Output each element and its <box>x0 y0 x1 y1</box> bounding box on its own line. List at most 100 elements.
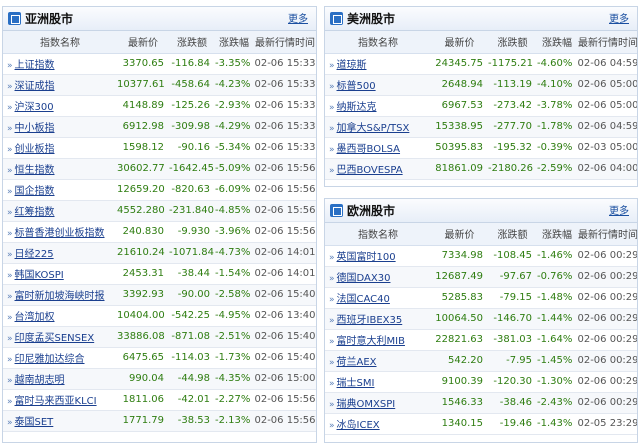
table-row[interactable]: » 荷兰AEX 542.20 -7.95 -1.45% 02-06 00:29 <box>325 350 637 372</box>
double-arrow-icon: » <box>329 358 335 368</box>
time-cell: 02-06 04:59 <box>577 116 637 138</box>
index-name-cell: » 德国DAX30 <box>325 266 431 288</box>
index-name-cell: » 冰岛ICEX <box>325 413 431 435</box>
index-link[interactable]: 墨西哥BOLSA <box>337 144 401 155</box>
index-link[interactable]: 西班牙IBEX35 <box>337 315 403 326</box>
table-row[interactable]: » 法国CAC40 5285.83 -79.15 -1.48% 02-06 00:29 <box>325 287 637 309</box>
index-name-cell: » 富时马来西亚KLCI <box>3 389 117 411</box>
table-row[interactable]: » 日经225 21610.24 -1071.84 -4.73% 02-06 14:01 <box>3 242 316 264</box>
index-link[interactable]: 英国富时100 <box>337 252 396 263</box>
price-cell: 240.830 <box>117 221 169 243</box>
index-link[interactable]: 红筹指数 <box>15 207 55 218</box>
index-link[interactable]: 日经225 <box>15 249 54 260</box>
index-link[interactable]: 标普香港创业板指数 <box>15 228 105 239</box>
table-row[interactable]: » 墨西哥BOLSA 50395.83 -195.32 -0.39% 02-03 05:0… <box>325 137 637 159</box>
index-link[interactable]: 法国CAC40 <box>337 294 390 305</box>
table-row[interactable]: » 瑞典OMXSPI 1546.33 -38.46 -2.43% 02-06 00:29 <box>325 392 637 414</box>
index-link[interactable]: 标普500 <box>337 81 376 92</box>
index-name-cell: » 恒生指数 <box>3 158 117 180</box>
index-link[interactable]: 瑞士SMI <box>337 378 375 389</box>
time-cell: 02-06 15:33 <box>253 95 316 117</box>
percent-cell: -0.39% <box>537 137 577 159</box>
col-header-change: 涨跌额 <box>488 31 537 54</box>
index-link[interactable]: 荷兰AEX <box>337 357 377 368</box>
europe-more-link[interactable]: 更多 <box>609 206 629 218</box>
change-cell: -19.46 <box>488 413 537 435</box>
america-more-link[interactable]: 更多 <box>609 14 629 26</box>
table-row[interactable]: » 冰岛ICEX 1340.15 -19.46 -1.43% 02-05 23:29 <box>325 413 637 435</box>
table-row[interactable]: » 恒生指数 30602.77 -1642.45 -5.09% 02-06 15:56 <box>3 158 316 180</box>
change-cell: -79.15 <box>488 287 537 309</box>
europe-table: 指数名称 最新价 涨跌额 涨跌幅 最新行情时间 » 英国富时100 7334.98 -108.… <box>325 223 637 435</box>
double-arrow-icon: » <box>329 379 335 389</box>
index-link[interactable]: 上证指数 <box>15 60 55 71</box>
index-link[interactable]: 创业板指 <box>15 144 55 155</box>
index-link[interactable]: 沪深300 <box>15 102 54 113</box>
price-cell: 3370.65 <box>117 53 169 75</box>
table-row[interactable]: » 纳斯达克 6967.53 -273.42 -3.78% 02-06 05:00 <box>325 95 637 117</box>
table-header-row: 指数名称 最新价 涨跌额 涨跌幅 最新行情时间 <box>3 31 316 54</box>
table-row[interactable]: » 瑞士SMI 9100.39 -120.30 -1.30% 02-06 00:29 <box>325 371 637 393</box>
index-link[interactable]: 巴西BOVESPA <box>337 165 403 176</box>
asia-panel-header: 亚洲股市 更多 <box>3 7 316 31</box>
table-row[interactable]: » 巴西BOVESPA 81861.09 -2180.26 -2.59% 02-06 04… <box>325 158 637 180</box>
index-name-cell: » 印度孟买SENSEX <box>3 326 117 348</box>
index-name-cell: » 标普500 <box>325 74 431 96</box>
change-cell: -9.930 <box>169 221 215 243</box>
index-link[interactable]: 加拿大S&P/TSX <box>337 123 410 134</box>
time-cell: 02-06 00:29 <box>577 371 637 393</box>
index-link[interactable]: 瑞典OMXSPI <box>337 399 396 410</box>
index-link[interactable]: 台湾加权 <box>15 312 55 323</box>
index-link[interactable]: 韩国KOSPI <box>15 270 64 281</box>
table-row[interactable]: » 印尼雅加达综合 6475.65 -114.03 -1.73% 02-06 15:40 <box>3 347 316 369</box>
index-name-cell: » 瑞典OMXSPI <box>325 392 431 414</box>
time-cell: 02-06 00:29 <box>577 287 637 309</box>
asia-more-link[interactable]: 更多 <box>288 14 308 26</box>
table-row[interactable]: » 创业板指 1598.12 -90.16 -5.34% 02-06 15:33 <box>3 137 316 159</box>
table-row[interactable]: » 中小板指 6912.98 -309.98 -4.29% 02-06 15:33 <box>3 116 316 138</box>
index-name-cell: » 日经225 <box>3 242 117 264</box>
price-cell: 12687.49 <box>431 266 488 288</box>
time-cell: 02-06 15:40 <box>253 326 316 348</box>
index-link[interactable]: 富时意大利MIB <box>337 336 405 347</box>
index-link[interactable]: 泰国SET <box>15 417 54 428</box>
double-arrow-icon: » <box>7 229 13 239</box>
table-row[interactable]: » 德国DAX30 12687.49 -97.67 -0.76% 02-06 00:29 <box>325 266 637 288</box>
table-row[interactable]: » 上证指数 3370.65 -116.84 -3.35% 02-06 15:33 <box>3 53 316 75</box>
table-row[interactable]: » 富时马来西亚KLCI 1811.06 -42.01 -2.27% 02-06 15:5… <box>3 389 316 411</box>
table-row[interactable]: » 深证成指 10377.61 -458.64 -4.23% 02-06 15:33 <box>3 74 316 96</box>
table-row[interactable]: » 泰国SET 1771.79 -38.53 -2.13% 02-06 15:56 <box>3 410 316 432</box>
index-name-cell: » 瑞士SMI <box>325 371 431 393</box>
index-link[interactable]: 道琼斯 <box>337 60 367 71</box>
table-row[interactable]: » 沪深300 4148.89 -125.26 -2.93% 02-06 15:33 <box>3 95 316 117</box>
index-link[interactable]: 深证成指 <box>15 81 55 92</box>
index-link[interactable]: 中小板指 <box>15 123 55 134</box>
index-link[interactable]: 纳斯达克 <box>337 102 377 113</box>
index-link[interactable]: 国企指数 <box>15 186 55 197</box>
table-row[interactable]: » 英国富时100 7334.98 -108.45 -1.46% 02-06 00:29 <box>325 245 637 267</box>
table-row[interactable]: » 韩国KOSPI 2453.31 -38.44 -1.54% 02-06 14:01 <box>3 263 316 285</box>
table-row[interactable]: » 富时新加坡海峡时报 3392.93 -90.00 -2.58% 02-06 15:40 <box>3 284 316 306</box>
index-link[interactable]: 印尼雅加达综合 <box>15 354 85 365</box>
index-link[interactable]: 印度孟买SENSEX <box>15 333 95 344</box>
table-row[interactable]: » 国企指数 12659.20 -820.63 -6.09% 02-06 15:56 <box>3 179 316 201</box>
double-arrow-icon: » <box>329 145 335 155</box>
table-row[interactable]: » 道琼斯 24345.75 -1175.21 -4.60% 02-06 04:59 <box>325 53 637 75</box>
table-row[interactable]: » 台湾加权 10404.00 -542.25 -4.95% 02-06 13:40 <box>3 305 316 327</box>
table-row[interactable]: » 标普香港创业板指数 240.830 -9.930 -3.96% 02-06 15:56 <box>3 221 316 243</box>
index-link[interactable]: 恒生指数 <box>15 165 55 176</box>
price-cell: 50395.83 <box>431 137 488 159</box>
table-row[interactable]: » 越南胡志明 990.04 -44.98 -4.35% 02-06 15:00 <box>3 368 316 390</box>
table-row[interactable]: » 印度孟买SENSEX 33886.08 -871.08 -2.51% 02-06 15… <box>3 326 316 348</box>
index-link[interactable]: 越南胡志明 <box>15 375 65 386</box>
index-link[interactable]: 冰岛ICEX <box>337 420 380 431</box>
index-link[interactable]: 德国DAX30 <box>337 273 391 284</box>
table-row[interactable]: » 红筹指数 4552.280 -231.840 -4.85% 02-06 15:56 <box>3 200 316 222</box>
double-arrow-icon: » <box>7 166 13 176</box>
index-link[interactable]: 富时马来西亚KLCI <box>15 396 97 407</box>
table-row[interactable]: » 富时意大利MIB 22821.63 -381.03 -1.64% 02-06 00:2… <box>325 329 637 351</box>
table-row[interactable]: » 西班牙IBEX35 10064.50 -146.70 -1.44% 02-06 00:… <box>325 308 637 330</box>
index-link[interactable]: 富时新加坡海峡时报 <box>15 291 105 302</box>
table-row[interactable]: » 加拿大S&P/TSX 15338.95 -277.70 -1.78% 02-06 04… <box>325 116 637 138</box>
table-row[interactable]: » 标普500 2648.94 -113.19 -4.10% 02-06 05:00 <box>325 74 637 96</box>
